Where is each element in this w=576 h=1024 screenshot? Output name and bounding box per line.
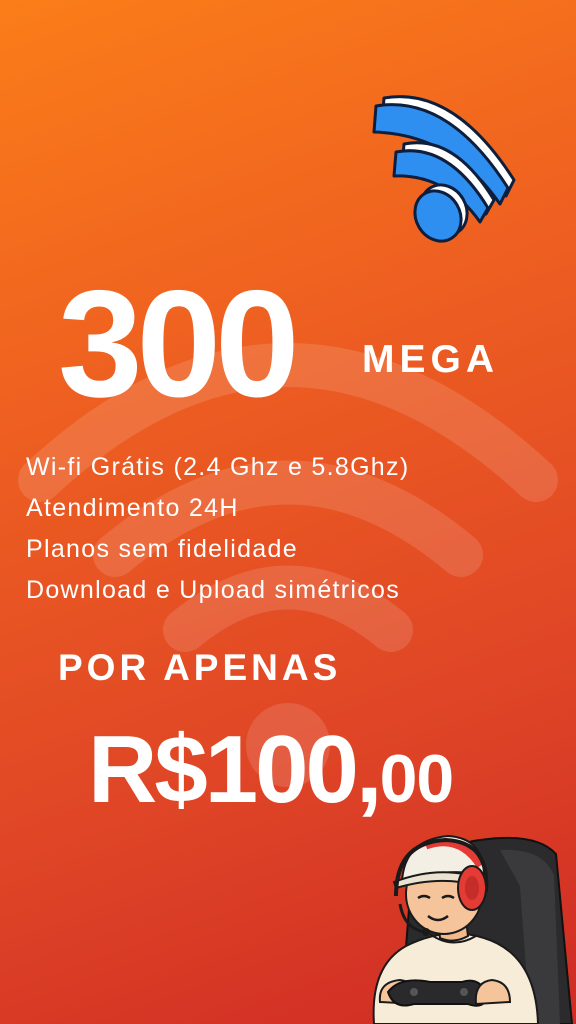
speed-unit: MEGA	[362, 338, 499, 381]
feature-item-no-contract: Planos sem fidelidade	[26, 535, 298, 563]
speed-number: 300	[58, 259, 300, 429]
feature-item-symmetric: Download e Upload simétricos	[26, 576, 401, 604]
promo-poster: 300 MEGA Wi-fi Grátis (2.4 Ghz e 5.8Ghz)…	[0, 0, 576, 1024]
price-lead: POR APENAS	[58, 647, 342, 688]
price-main: R$100,	[88, 716, 383, 823]
feature-item-support: Atendimento 24H	[26, 494, 239, 522]
feature-item-wifi: Wi-fi Grátis (2.4 Ghz e 5.8Ghz)	[26, 453, 410, 481]
price-cents: 00	[379, 741, 455, 817]
wifi-icon	[372, 95, 516, 243]
feature-list: Wi-fi Grátis (2.4 Ghz e 5.8Ghz) Atendime…	[26, 447, 409, 611]
price: R$100,00	[88, 722, 455, 818]
gamer-illustration	[372, 834, 574, 1024]
